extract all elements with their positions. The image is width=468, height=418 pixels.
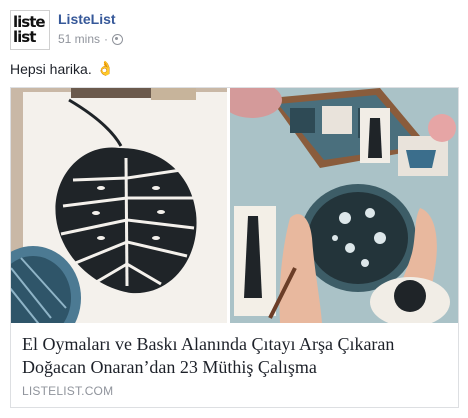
- post-message: Hepsi harika.: [10, 60, 92, 77]
- meta-separator: ·: [104, 32, 109, 46]
- avatar-text-line2: list: [13, 28, 36, 46]
- monstera-print-image[interactable]: [11, 88, 227, 323]
- post-header: liste list ListeList 51 mins ·: [10, 10, 450, 50]
- globe-icon[interactable]: [112, 33, 124, 45]
- timestamp[interactable]: 51 mins: [58, 32, 100, 46]
- facebook-post: liste list ListeList 51 mins · Hepsi har…: [0, 0, 468, 418]
- stamps-illustration: [230, 88, 458, 323]
- link-title[interactable]: El Oymaları ve Baskı Alanında Çıtayı Arş…: [22, 333, 447, 379]
- link-attachment[interactable]: El Oymaları ve Baskı Alanında Çıtayı Arş…: [10, 87, 459, 408]
- avatar[interactable]: liste list: [10, 10, 50, 50]
- attachment-images[interactable]: [11, 88, 458, 323]
- author-name[interactable]: ListeList: [58, 11, 116, 27]
- monstera-print-illustration: [11, 88, 227, 323]
- stamps-table-image[interactable]: [230, 88, 458, 323]
- post-meta: 51 mins ·: [58, 32, 124, 46]
- ok-hand-emoji: 👌: [96, 60, 115, 76]
- post-text: Hepsi harika. 👌: [10, 60, 114, 77]
- link-domain: LISTELIST.COM: [22, 384, 114, 398]
